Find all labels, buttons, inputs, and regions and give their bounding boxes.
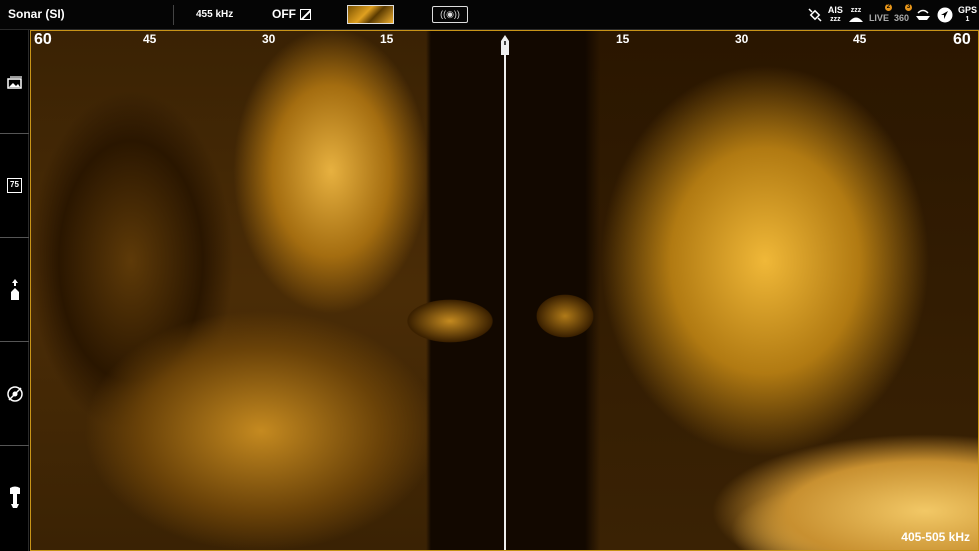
satellite-icon[interactable] xyxy=(807,7,823,23)
boat-up-icon xyxy=(10,278,19,300)
scale-right-45: 45 xyxy=(853,32,867,46)
motor-icon xyxy=(9,486,20,508)
page-title[interactable]: Sonar (SI) xyxy=(8,7,65,21)
image-stack-icon xyxy=(6,75,22,89)
temperature-icon: 75 xyxy=(7,178,22,193)
sidebar-item-temperature[interactable]: 75 xyxy=(0,134,29,238)
frequency-label[interactable]: 455 kHz xyxy=(196,9,233,20)
sidebar: 75 xyxy=(0,30,29,551)
sleep-icon[interactable]: zzz xyxy=(848,6,864,25)
ais-icon[interactable]: AIS zzz xyxy=(828,6,843,24)
sonar-right-panel xyxy=(505,31,978,550)
sidebar-item-rotation[interactable] xyxy=(0,342,29,446)
scale-right-15: 15 xyxy=(616,32,630,46)
sidebar-item-boat[interactable] xyxy=(0,238,29,342)
navigation-icon[interactable] xyxy=(937,7,953,23)
frequency-range-label: 405-505 kHz xyxy=(901,530,970,544)
side-imaging-view[interactable]: 60 45 30 15 15 30 45 60 405-505 kHz xyxy=(30,30,979,551)
off-toggle[interactable]: OFF xyxy=(272,7,311,21)
scale-left-45: 45 xyxy=(143,32,157,46)
boat-track-line xyxy=(504,45,506,550)
scale-left-15: 15 xyxy=(380,32,394,46)
sidebar-item-images[interactable] xyxy=(0,30,29,134)
360-icon[interactable]: 3 360 xyxy=(894,3,912,23)
scale-right-30: 30 xyxy=(735,32,749,46)
gps-icon[interactable]: GPS 1 xyxy=(958,6,977,24)
scale-right-60: 60 xyxy=(953,31,971,48)
disabled-icon xyxy=(300,8,311,20)
rotation-icon xyxy=(6,385,23,402)
sonar-thumbnail[interactable] xyxy=(347,5,394,24)
sidebar-item-motor[interactable] xyxy=(0,446,29,550)
scale-left-30: 30 xyxy=(262,32,276,46)
scale-left-60: 60 xyxy=(34,31,52,48)
off-label: OFF xyxy=(272,7,296,21)
boat-sonar-icon[interactable] xyxy=(914,7,932,23)
sonar-left-panel xyxy=(31,31,506,550)
top-bar: Sonar (SI) 455 kHz OFF ((◉)) AIS zzz zzz… xyxy=(0,0,979,30)
boat-marker-icon xyxy=(501,35,509,55)
status-bar: AIS zzz zzz 2 LIVE 3 360 GPS 1 xyxy=(807,3,977,27)
live-icon[interactable]: 2 LIVE xyxy=(869,3,892,23)
transducer-icon[interactable]: ((◉)) xyxy=(432,6,468,23)
divider xyxy=(173,5,174,25)
